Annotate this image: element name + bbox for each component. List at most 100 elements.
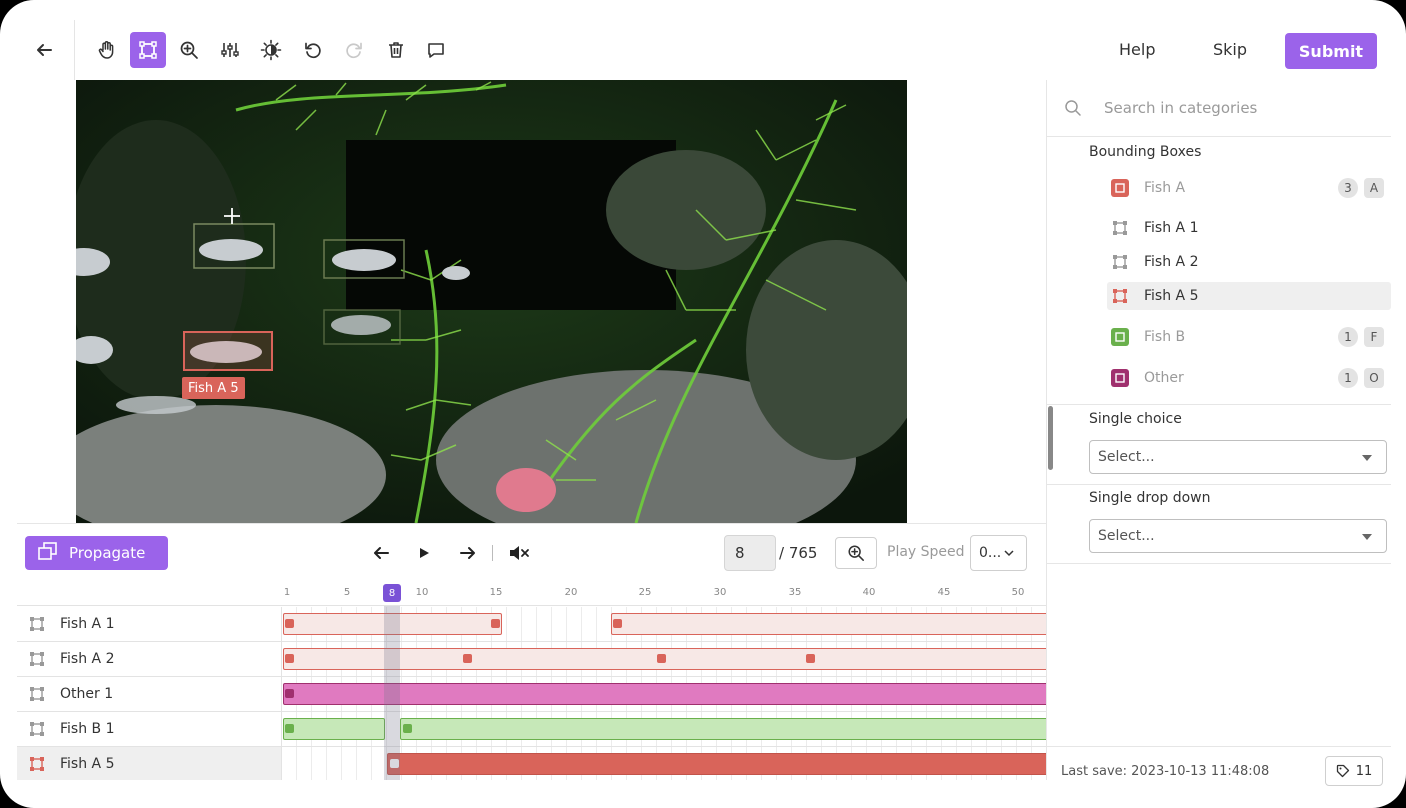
submit-button[interactable]: Submit — [1285, 33, 1377, 69]
current-frame-input[interactable]: 8 — [724, 535, 776, 571]
back-arrow-icon[interactable] — [26, 32, 62, 68]
search-placeholder: Search in categories — [1104, 99, 1258, 117]
category-search[interactable]: Search in categories — [1047, 80, 1391, 137]
keyframe[interactable] — [403, 724, 412, 733]
tag-count: 11 — [1355, 763, 1373, 779]
video-frame[interactable]: Fish A 5 — [76, 80, 907, 523]
keyframe[interactable] — [285, 724, 294, 733]
track-segment[interactable] — [283, 718, 385, 740]
track-label: Fish A 5 — [60, 756, 115, 772]
track-row[interactable]: Fish B 1 — [17, 712, 1046, 747]
zoom-in-icon[interactable] — [171, 32, 207, 68]
single-choice-select[interactable]: Select... — [1089, 440, 1387, 474]
keyframe[interactable] — [657, 654, 666, 663]
canvas-gutter-left — [17, 80, 76, 523]
single-dropdown-value: Select... — [1098, 528, 1155, 544]
category-label: Fish A 5 — [1144, 288, 1199, 304]
keyframe[interactable] — [806, 654, 815, 663]
bounding-box-icon — [1111, 369, 1129, 387]
play-speed-value: 0... — [979, 545, 1002, 561]
previous-frame-icon[interactable] — [370, 542, 392, 564]
keyframe[interactable] — [285, 654, 294, 663]
bounding-box-icon — [1111, 287, 1129, 305]
panel-divider — [1047, 484, 1391, 485]
track-row[interactable]: Fish A 5 — [17, 747, 1046, 780]
playhead[interactable] — [384, 606, 400, 780]
bounding-box-tool-icon[interactable] — [130, 32, 166, 68]
play-icon[interactable] — [413, 542, 435, 564]
keyframe[interactable] — [285, 619, 294, 628]
bounding-box-icon — [1111, 219, 1129, 237]
tag-count-button[interactable]: 11 — [1325, 756, 1383, 786]
sliders-icon[interactable] — [212, 32, 248, 68]
play-speed-label: Play Speed — [887, 544, 965, 560]
trash-icon[interactable] — [378, 32, 414, 68]
mute-icon[interactable] — [508, 542, 530, 564]
track-label: Fish B 1 — [60, 721, 115, 737]
track-label-cell: Fish B 1 — [17, 712, 282, 746]
bounding-box-icon — [30, 757, 44, 771]
track-label-cell: Fish A 5 — [17, 747, 282, 780]
undo-icon[interactable] — [295, 32, 331, 68]
skip-link[interactable]: Skip — [1213, 40, 1247, 59]
track-row[interactable]: Other 1 — [17, 677, 1046, 712]
track-segment[interactable] — [611, 613, 1046, 635]
ruler-tick: 10 — [415, 587, 429, 598]
keyframe[interactable] — [491, 619, 500, 628]
bounding-box-icon — [30, 652, 44, 666]
track-segment[interactable] — [387, 753, 1046, 775]
propagate-label: Propagate — [69, 544, 146, 562]
keyframe[interactable] — [285, 689, 294, 698]
categories-panel: Search in categories Bounding Boxes Fish… — [1046, 80, 1391, 786]
bounding-boxes-heading: Bounding Boxes — [1089, 144, 1202, 160]
controls-divider — [492, 545, 493, 561]
panel-scrollbar[interactable] — [1048, 406, 1053, 470]
ruler-tick: 5 — [343, 587, 351, 598]
last-save-text: Last save: 2023-10-13 11:48:08 — [1061, 764, 1270, 779]
category-hotkey: A — [1364, 178, 1384, 198]
category-count: 1 — [1338, 368, 1358, 388]
bounding-box-icon — [30, 617, 44, 631]
footer-divider — [1047, 746, 1391, 747]
aquarium-scene — [76, 80, 907, 523]
track-label: Fish A 2 — [60, 651, 115, 667]
help-link[interactable]: Help — [1119, 40, 1155, 59]
category-fish-b[interactable]: Fish B 1 F — [1107, 323, 1391, 351]
track-row[interactable]: Fish A 2 — [17, 642, 1046, 677]
redo-icon[interactable] — [336, 32, 372, 68]
panel-divider — [1047, 563, 1391, 564]
play-speed-select[interactable]: 0... — [970, 535, 1027, 571]
panel-divider — [1047, 404, 1391, 405]
brightness-icon[interactable] — [253, 32, 289, 68]
keyframe[interactable] — [613, 619, 622, 628]
timeline: 1 5 10 15 20 25 30 35 40 45 50 8 Fish A … — [17, 581, 1046, 780]
single-dropdown-select[interactable]: Select... — [1089, 519, 1387, 553]
zoom-in-icon — [848, 545, 864, 561]
category-fish-a-1[interactable]: Fish A 1 — [1107, 214, 1391, 242]
keyframe[interactable] — [463, 654, 472, 663]
next-frame-icon[interactable] — [457, 542, 479, 564]
category-label: Fish A 2 — [1144, 254, 1199, 270]
category-hotkey: O — [1364, 368, 1384, 388]
copy-icon — [37, 541, 59, 565]
category-label: Fish A 1 — [1144, 220, 1199, 236]
chevron-down-icon — [1362, 534, 1372, 540]
track-segment[interactable] — [400, 718, 1046, 740]
toolbar-divider — [74, 20, 75, 80]
category-fish-a-5[interactable]: Fish A 5 — [1107, 282, 1391, 310]
chevron-down-icon — [1362, 455, 1372, 461]
category-fish-a[interactable]: Fish A 3 A — [1107, 174, 1391, 202]
propagate-button[interactable]: Propagate — [25, 536, 168, 570]
comment-icon[interactable] — [418, 32, 454, 68]
ruler-tick: 25 — [638, 587, 652, 598]
track-row[interactable]: Fish A 1 — [17, 607, 1046, 642]
hand-pan-icon[interactable] — [89, 32, 125, 68]
playhead-badge[interactable]: 8 — [383, 584, 401, 602]
timeline-ruler: 1 5 10 15 20 25 30 35 40 45 50 8 — [17, 581, 1046, 606]
track-label-cell: Fish A 2 — [17, 642, 282, 676]
timeline-zoom-button[interactable] — [835, 537, 877, 569]
selected-box-label: Fish A 5 — [182, 377, 245, 399]
category-hotkey: F — [1364, 327, 1384, 347]
category-other[interactable]: Other 1 O — [1107, 364, 1391, 392]
category-fish-a-2[interactable]: Fish A 2 — [1107, 248, 1391, 276]
